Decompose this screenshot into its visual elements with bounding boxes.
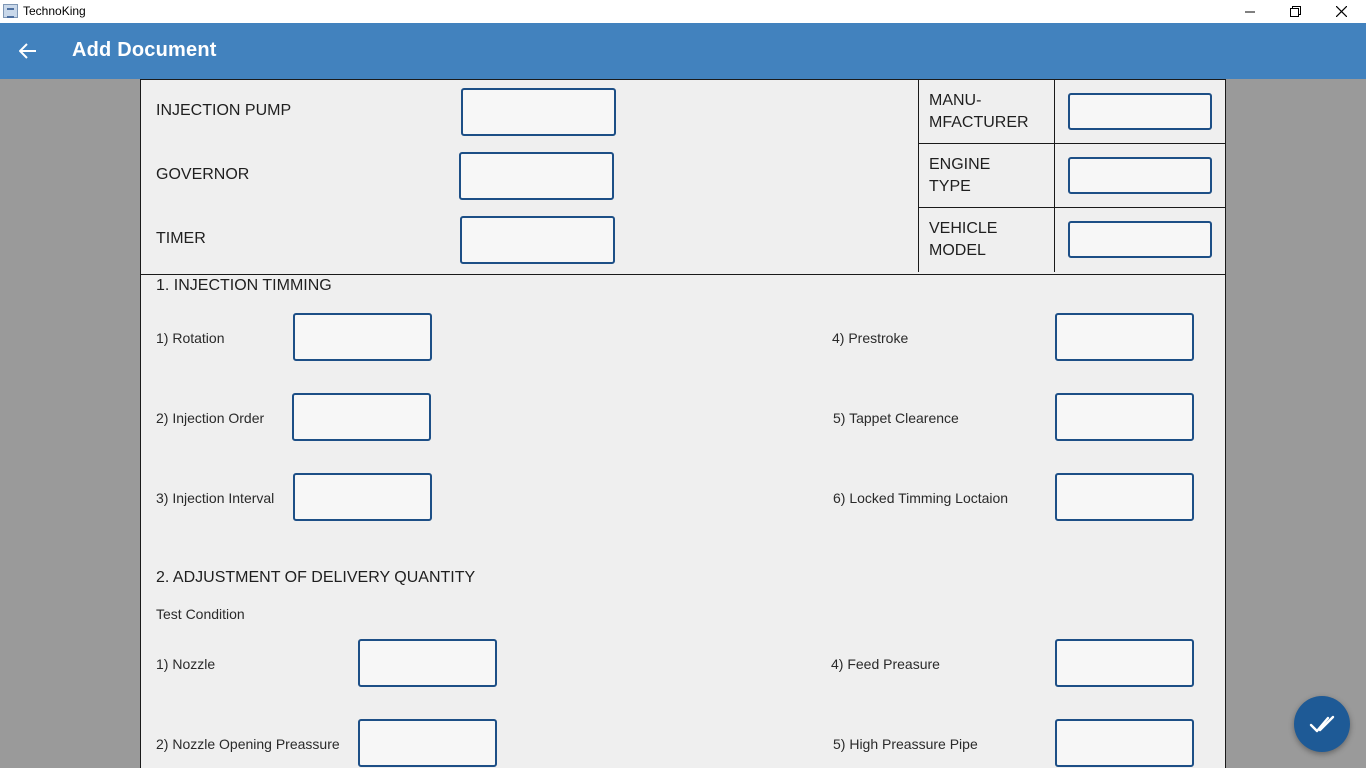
vehicle-model-label: VEHICLE MODEL bbox=[929, 218, 997, 262]
manufacturer-input[interactable] bbox=[1068, 93, 1212, 130]
locked-timming-location-input[interactable] bbox=[1055, 473, 1194, 521]
document-form: INJECTION PUMP GOVERNOR TIMER MANU- MFAC… bbox=[140, 79, 1226, 768]
section-divider bbox=[141, 274, 1225, 275]
vehicle-model-input[interactable] bbox=[1068, 221, 1212, 258]
manufacturer-label: MANU- MFACTURER bbox=[929, 90, 1029, 134]
feed-pressure-label: 4) Feed Preasure bbox=[831, 656, 940, 672]
check-double-icon bbox=[1309, 715, 1335, 733]
restore-button[interactable] bbox=[1272, 0, 1318, 23]
vehicle-model-label-line2: MODEL bbox=[929, 242, 986, 259]
app-icon bbox=[3, 4, 18, 18]
table-divider bbox=[918, 143, 1225, 144]
injection-order-label: 2) Injection Order bbox=[156, 410, 265, 426]
engine-type-label-line1: ENGINE bbox=[929, 156, 991, 173]
injection-pump-input[interactable] bbox=[461, 88, 616, 136]
window-titlebar: TechnoKing bbox=[0, 0, 1366, 23]
restore-icon bbox=[1289, 6, 1301, 17]
engine-type-input[interactable] bbox=[1068, 157, 1212, 194]
nozzle-opening-pressure-label: 2) Nozzle Opening Preassure bbox=[156, 736, 340, 752]
section-title-injection-timming: 1. INJECTION TIMMING bbox=[156, 277, 332, 294]
engine-type-label-line2: TYPE bbox=[929, 178, 971, 195]
high-pressure-pipe-label: 5) High Preassure Pipe bbox=[833, 736, 978, 752]
injection-interval-input[interactable] bbox=[293, 473, 432, 521]
submit-button[interactable] bbox=[1294, 696, 1350, 752]
nozzle-label: 1) Nozzle bbox=[156, 656, 216, 672]
app-header: Add Document bbox=[0, 23, 1366, 79]
tappet-clearence-label: 5) Tappet Clearence bbox=[833, 410, 959, 426]
governor-input[interactable] bbox=[459, 152, 614, 200]
injection-pump-label: INJECTION PUMP bbox=[156, 102, 292, 119]
high-pressure-pipe-input[interactable] bbox=[1055, 719, 1194, 767]
vehicle-model-label-line1: VEHICLE bbox=[929, 220, 998, 237]
prestroke-label: 4) Prestroke bbox=[832, 330, 909, 346]
injection-order-input[interactable] bbox=[292, 393, 431, 441]
table-divider bbox=[918, 207, 1225, 208]
engine-type-label: ENGINE TYPE bbox=[929, 154, 990, 198]
manufacturer-label-line1: MANU- bbox=[929, 92, 982, 109]
manufacturer-label-line2: MFACTURER bbox=[929, 114, 1029, 131]
rotation-input[interactable] bbox=[293, 313, 432, 361]
arrow-left-icon bbox=[19, 43, 36, 59]
window-title: TechnoKing bbox=[23, 4, 86, 18]
minimize-button[interactable] bbox=[1227, 0, 1273, 23]
back-button[interactable] bbox=[12, 35, 44, 67]
table-divider bbox=[1054, 80, 1055, 272]
feed-pressure-input[interactable] bbox=[1055, 639, 1194, 687]
close-button[interactable] bbox=[1318, 0, 1364, 23]
section-title-delivery-quantity: 2. ADJUSTMENT OF DELIVERY QUANTITY bbox=[156, 569, 476, 586]
page-title: Add Document bbox=[72, 39, 217, 61]
test-condition-label: Test Condition bbox=[156, 606, 245, 622]
prestroke-input[interactable] bbox=[1055, 313, 1194, 361]
timer-label: TIMER bbox=[156, 230, 206, 247]
table-divider bbox=[918, 80, 919, 272]
nozzle-input[interactable] bbox=[358, 639, 497, 687]
injection-interval-label: 3) Injection Interval bbox=[156, 490, 275, 506]
timer-input[interactable] bbox=[460, 216, 615, 264]
locked-timming-location-label: 6) Locked Timming Loctaion bbox=[833, 490, 1009, 506]
tappet-clearence-input[interactable] bbox=[1055, 393, 1194, 441]
governor-label: GOVERNOR bbox=[156, 166, 250, 183]
nozzle-opening-pressure-input[interactable] bbox=[358, 719, 497, 767]
minimize-icon bbox=[1245, 11, 1255, 12]
rotation-label: 1) Rotation bbox=[156, 330, 225, 346]
close-icon bbox=[1335, 6, 1347, 17]
